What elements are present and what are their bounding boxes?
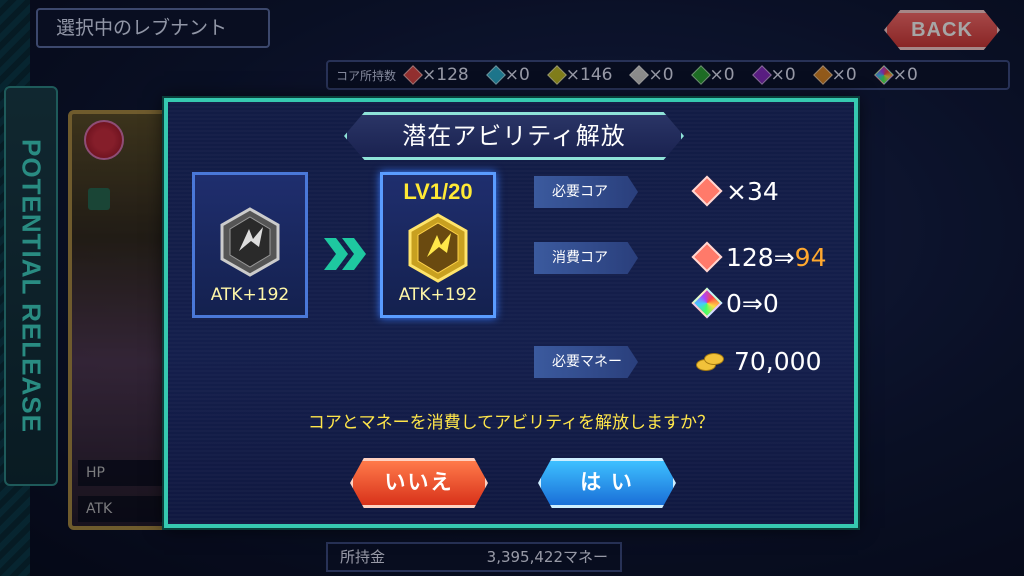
consume-red-from: 128⇒ (726, 242, 795, 272)
required-core-value: ×34 (726, 176, 779, 206)
consume-core-red: 128⇒94 (691, 240, 827, 274)
ability-before: ATK+192 (192, 172, 308, 318)
red-core-icon (691, 175, 723, 207)
coins-icon (696, 349, 726, 373)
consume-core-label: 消費コア (534, 242, 638, 274)
consume-red-to: 94 (794, 242, 827, 272)
dialog-title: 潜在アビリティ解放 (344, 112, 684, 160)
consume-core-rainbow: 0⇒0 (691, 286, 779, 320)
required-core: ×34 (691, 174, 779, 208)
double-chevron-right-icon (324, 238, 366, 270)
ability-before-value: ATK+192 (210, 285, 290, 305)
game-screen: POTENTIAL RELEASE 選択中のレブナント BACK コア所持数 ×… (0, 0, 1024, 576)
consume-rainbow-value: 0⇒0 (726, 288, 779, 318)
confirm-question: コアとマネーを消費してアビリティを解放しますか？ (307, 413, 715, 433)
required-money-label: 必要マネー (534, 346, 638, 378)
ability-level: LV1/20 (403, 179, 473, 204)
potential-release-dialog: 潜在アビリティ解放 ATK+192 LV1/20 ATK+192 必要コア ×3… (164, 98, 858, 528)
required-money: 70,000 (696, 344, 821, 378)
ability-after-value: ATK+192 (398, 285, 478, 305)
ability-unlocked-icon (408, 213, 468, 283)
red-core-icon (691, 241, 723, 273)
ability-after: LV1/20 ATK+192 (380, 172, 496, 318)
rainbow-core-icon (691, 287, 723, 319)
required-money-value: 70,000 (734, 346, 822, 376)
yes-button[interactable]: は い (538, 458, 676, 508)
no-button[interactable]: いいえ (350, 458, 488, 508)
required-core-label: 必要コア (534, 176, 638, 208)
ability-locked-icon (220, 207, 280, 277)
